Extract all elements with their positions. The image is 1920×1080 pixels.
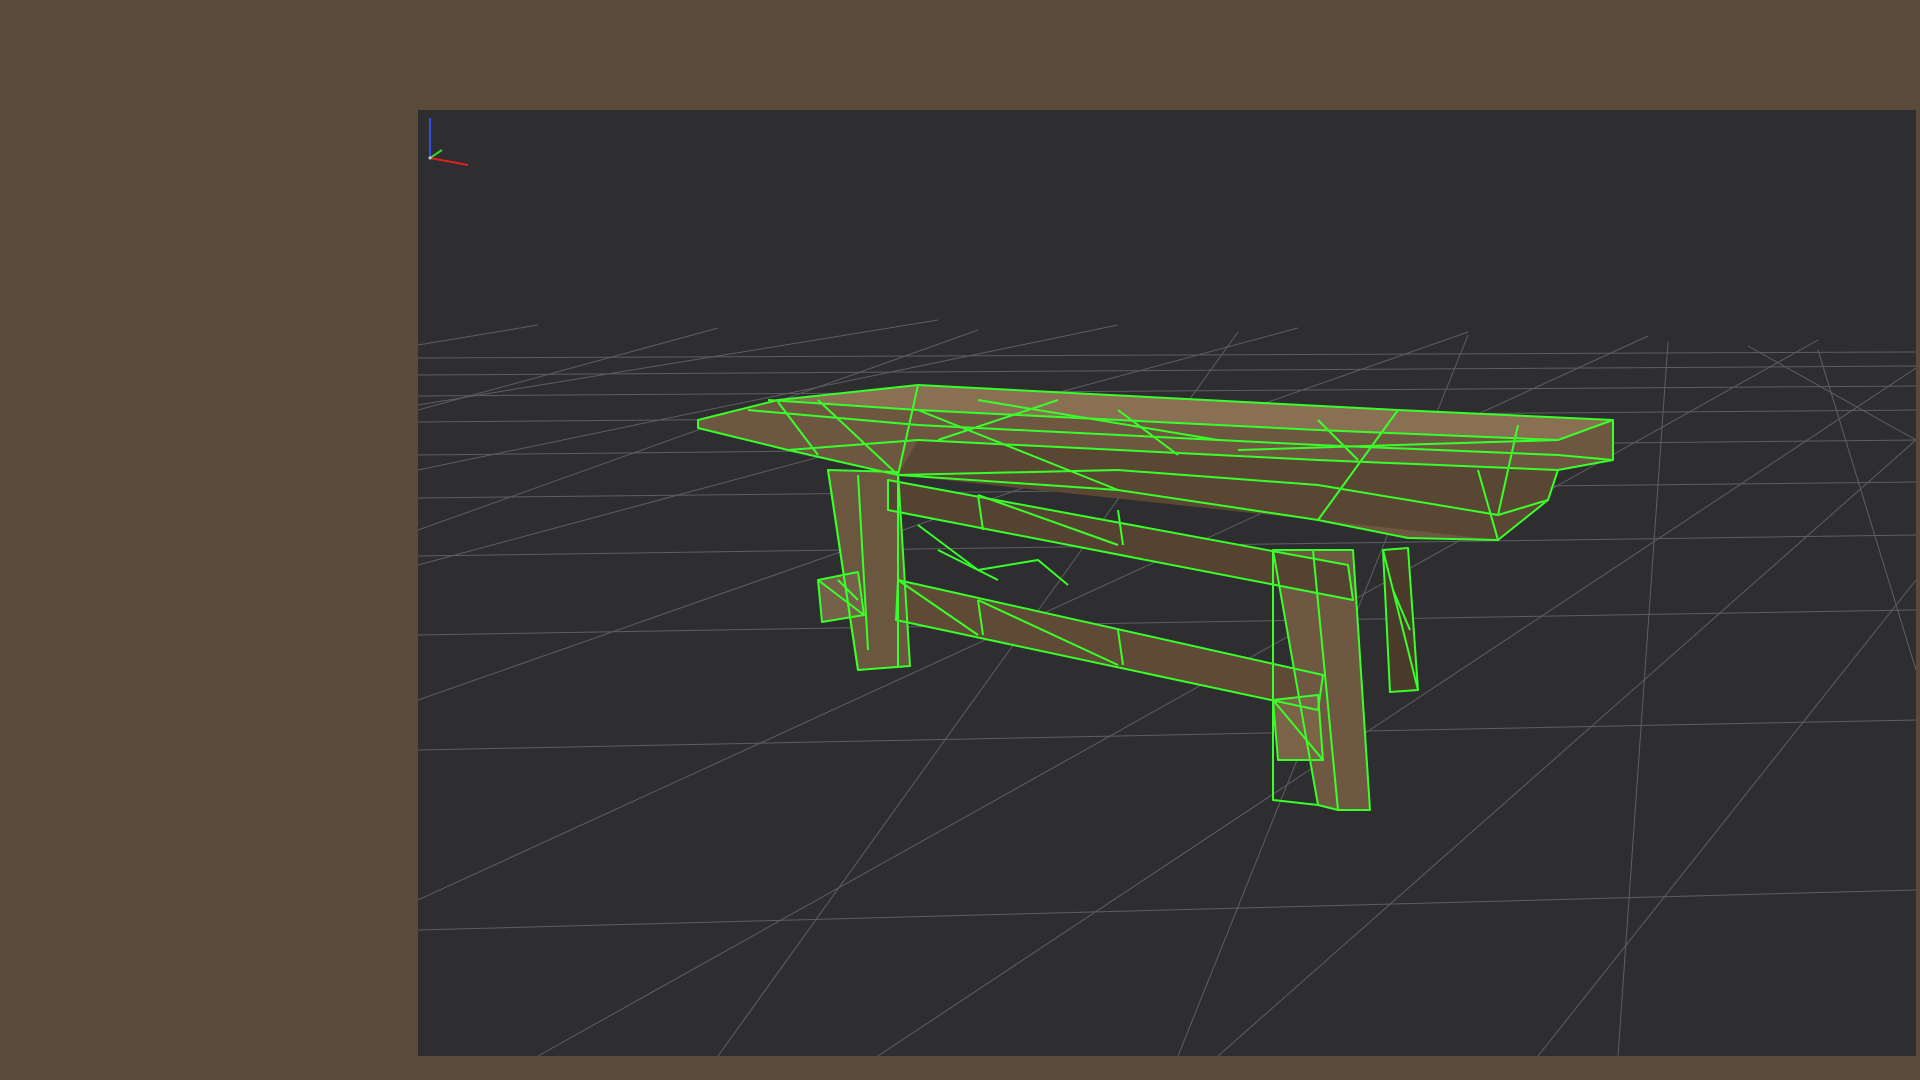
axis-x-icon [429, 157, 469, 166]
axis-y-icon [429, 149, 443, 159]
3d-viewport[interactable] [418, 110, 1916, 1056]
bench-model[interactable] [698, 385, 1613, 810]
viewport-scene[interactable] [418, 110, 1916, 1056]
axis-gizmo-icon[interactable] [418, 110, 478, 170]
app-root [0, 0, 1920, 1080]
